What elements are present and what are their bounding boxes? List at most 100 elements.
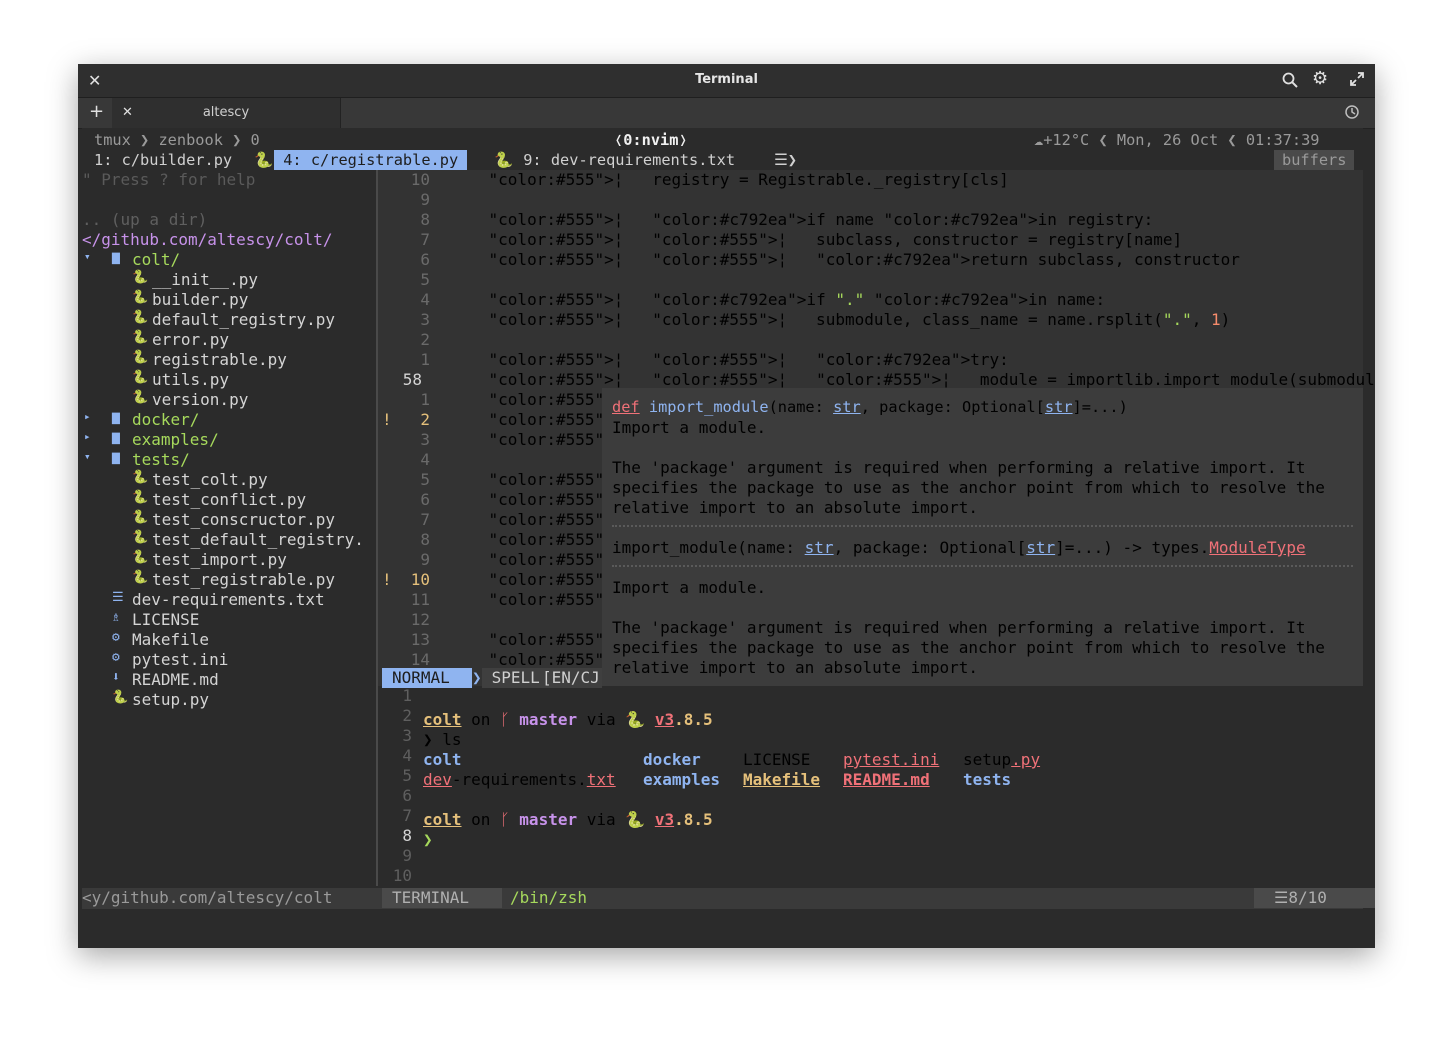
tree-item-label: builder.py xyxy=(152,290,249,309)
tree-item-label: docker/ xyxy=(132,410,200,429)
tree-item-label: LICENSE xyxy=(132,610,200,629)
shell-path: /bin/zsh xyxy=(510,888,588,907)
new-tab-icon[interactable]: + xyxy=(89,103,104,121)
line-number: 5 xyxy=(420,270,430,289)
git-branch-icon: ᚴ xyxy=(500,710,520,729)
popup-line: specifies the package to use as the anch… xyxy=(612,478,1325,497)
tree-item-label: test_registrable.py xyxy=(152,570,336,589)
line-number: 14 xyxy=(410,650,430,669)
prompt-text: on xyxy=(461,810,501,829)
folder-icon: ▆ xyxy=(112,450,120,465)
nerdtree-path: </github.com/altescy/colt/ xyxy=(82,230,333,249)
git-branch-icon: ᚴ xyxy=(500,810,520,829)
popup-signature-2: import_module(name: str, package: Option… xyxy=(612,538,1306,558)
search-icon[interactable] xyxy=(1282,72,1298,91)
prompt-dir: colt xyxy=(423,810,462,829)
prompt-text: on xyxy=(461,710,501,729)
expanded-arrow-icon[interactable]: ▾ xyxy=(84,250,91,263)
ls-item: README.md xyxy=(843,770,930,789)
terminal-pane[interactable]: 1 2 3 4 5 6 7 8 9 10 colt on ᚴ master via 🐍 v3.8.… xyxy=(378,686,1363,886)
collapsed-arrow-icon[interactable]: ▸ xyxy=(84,430,91,443)
buffer-builder[interactable]: 1: c/builder.py xyxy=(94,150,232,170)
tree-item-label: test_default_registry. xyxy=(152,530,364,549)
separator-icon: ❯ xyxy=(472,668,482,687)
line-number: 8 xyxy=(420,210,430,229)
python-icon: 🐍 xyxy=(132,350,149,365)
python-icon: 🐍 xyxy=(132,570,149,585)
popup-line: specifies the package to use as the anch… xyxy=(612,638,1325,657)
ls-item: dev xyxy=(423,770,452,789)
nerdtree-sidebar: " Press ? for help .. (up a dir) </githu… xyxy=(82,170,378,886)
tab-altescy[interactable]: ✕ altescy xyxy=(112,98,341,128)
tree-item-label: test_import.py xyxy=(152,550,287,569)
prompt-text: via xyxy=(577,810,626,829)
terminal-line-number: 6 xyxy=(402,786,412,805)
sig-text: ]=...) -> types. xyxy=(1055,538,1210,557)
prompt-line: colt on ᚴ master via 🐍 v3.8.5 xyxy=(423,810,713,830)
popup-line: relative import to an absolute import. xyxy=(612,498,979,517)
line-number: 9 xyxy=(420,190,430,209)
line-number: 3 xyxy=(420,310,430,329)
sig-text: , package: Optional[ xyxy=(860,398,1045,416)
line-number: 4 xyxy=(420,290,430,309)
line-number: 2 xyxy=(420,410,430,429)
mode-indicator: NORMAL xyxy=(382,668,472,688)
type-str: str xyxy=(804,538,834,557)
line-number: 5 xyxy=(420,470,430,489)
collapsed-arrow-icon[interactable]: ▸ xyxy=(84,410,91,423)
prompt-version: v3 xyxy=(654,810,675,829)
terminal-line-number: 4 xyxy=(402,746,412,765)
terminal-line-number: 8 xyxy=(402,826,412,845)
ls-item: -requirements. xyxy=(451,770,587,789)
tree-item-label: test_conflict.py xyxy=(152,490,307,509)
tab-bar: + ✕ altescy xyxy=(78,98,1375,129)
folder-icon: ▆ xyxy=(112,410,120,425)
tree-item-label: version.py xyxy=(152,390,249,409)
ls-item: docker xyxy=(643,750,701,769)
gear-icon: ⚙ xyxy=(112,630,120,645)
tree-item-label: tests/ xyxy=(132,450,190,469)
python-icon: 🐍 xyxy=(112,690,129,705)
ls-item: Makefile xyxy=(743,770,821,789)
nerdtree-updir[interactable]: .. (up a dir) xyxy=(82,210,207,230)
expanded-arrow-icon[interactable]: ▾ xyxy=(84,450,91,463)
history-icon[interactable] xyxy=(1344,104,1360,123)
gear-icon[interactable]: ⚙ xyxy=(1312,70,1328,88)
tree-item-label: setup.py xyxy=(132,690,210,709)
popup-line: The 'package' argument is required when … xyxy=(612,458,1306,477)
tree-item-label: test_colt.py xyxy=(152,470,268,489)
keyword-def: def xyxy=(612,398,640,416)
terminal-line-number: 5 xyxy=(402,766,412,785)
terminal-line-number: 1 xyxy=(402,686,412,705)
nerdtree-help: " Press ? for help xyxy=(82,170,256,189)
python-icon: 🐍 xyxy=(494,151,514,169)
code-line: "color:#555">¦ "color:#555">¦ "color:#c7… xyxy=(488,350,1009,369)
python-icon: 🐍 xyxy=(132,470,149,485)
line-number: 2 xyxy=(420,330,430,349)
python-icon: 🐍 xyxy=(132,550,149,565)
license-icon: ♗ xyxy=(112,610,120,625)
tree-item-label: pytest.ini xyxy=(132,650,229,669)
tree-item-label: registrable.py xyxy=(152,350,287,369)
python-icon: 🐍 xyxy=(132,330,149,345)
title-bar: ✕ Terminal ⚙ xyxy=(78,64,1375,98)
type-str: str xyxy=(833,398,861,416)
ls-item: pytest xyxy=(843,750,901,769)
python-snake-icon: 🐍 xyxy=(625,710,655,729)
python-icon: 🐍 xyxy=(132,490,149,505)
terminal-mode: TERMINAL xyxy=(382,888,502,908)
fullscreen-icon[interactable] xyxy=(1350,72,1364,89)
tree-item-label: test_conscructor.py xyxy=(152,510,336,529)
line-number: 10 xyxy=(410,170,430,189)
line-number: 12 xyxy=(410,610,430,629)
popup-separator xyxy=(612,565,1353,567)
prompt-dir: colt xyxy=(423,710,462,729)
buffer-dev-requirements[interactable]: 9: dev-requirements.txt xyxy=(514,150,744,170)
buffers-label: buffers xyxy=(1274,150,1355,170)
tree-item-label: dev-requirements.txt xyxy=(132,590,325,609)
popup-line: Import a module. xyxy=(612,578,767,597)
type-str: str xyxy=(1026,538,1056,557)
type-moduletype: ModuleType xyxy=(1209,538,1306,557)
buffer-registrable-active[interactable]: 4: c/registrable.py xyxy=(274,150,468,170)
ls-item: LICENSE xyxy=(743,750,811,769)
